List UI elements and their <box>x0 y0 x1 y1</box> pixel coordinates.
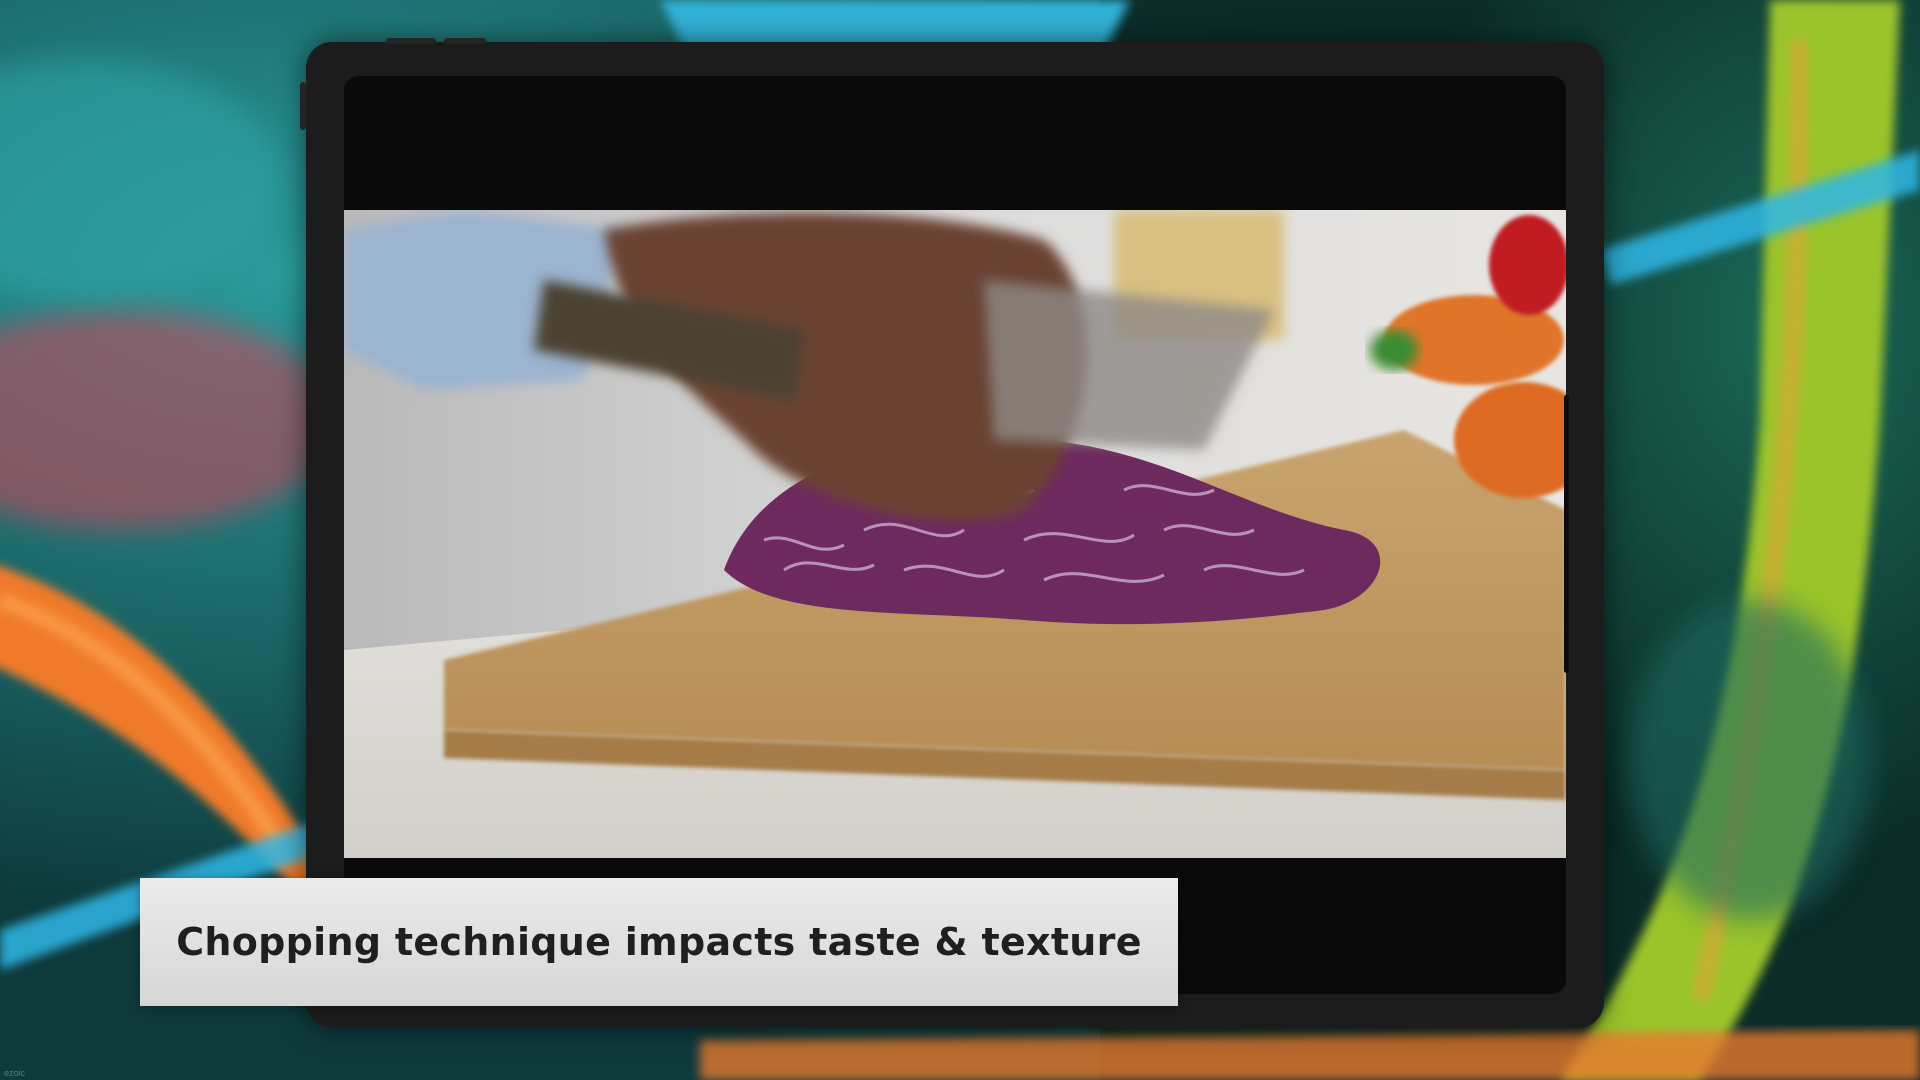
tablet-side-button <box>300 82 306 130</box>
tablet-power-button <box>386 38 436 44</box>
watermark-text: ezoic <box>4 1068 26 1078</box>
caption-banner: Chopping technique impacts taste & textu… <box>140 878 1178 1006</box>
caption-text: Chopping technique impacts taste & textu… <box>176 920 1142 964</box>
tablet-volume-button <box>444 38 486 44</box>
tablet-screen <box>344 76 1566 994</box>
video-frame-cabbage-chopping <box>344 210 1566 858</box>
scroll-indicator <box>1564 395 1569 673</box>
